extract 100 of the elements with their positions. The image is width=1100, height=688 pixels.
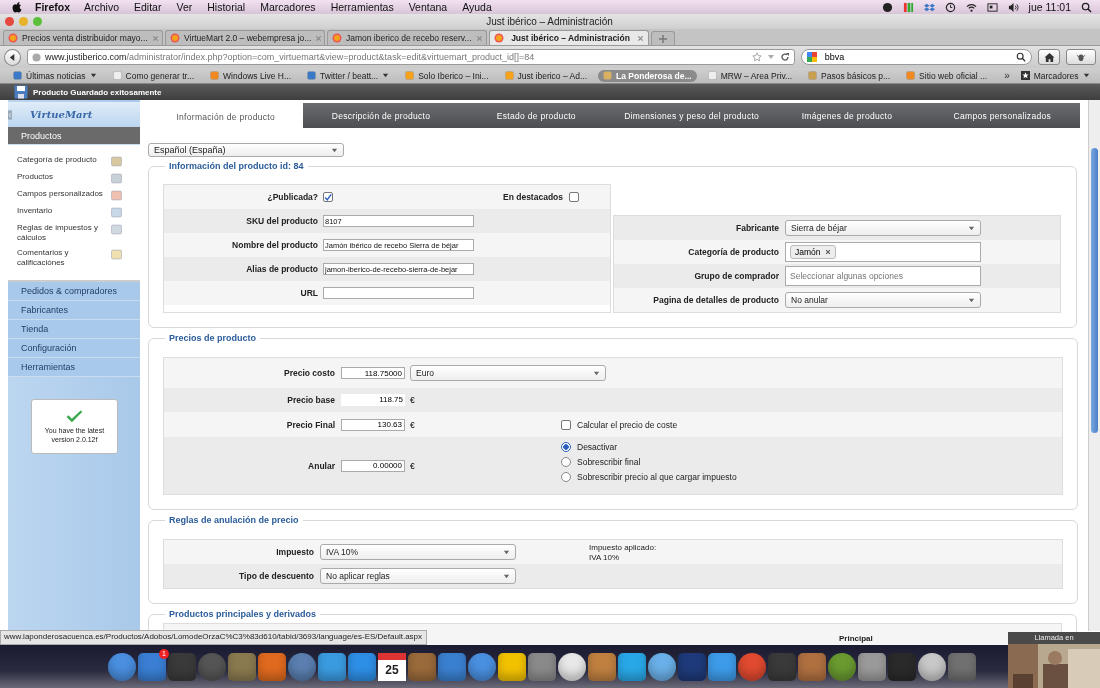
- dropdown-select[interactable]: IVA 10%: [320, 544, 516, 560]
- currency-select[interactable]: Euro: [410, 365, 606, 381]
- sidebar-section[interactable]: Herramientas: [8, 358, 140, 377]
- sidebar-section[interactable]: Fabricantes: [8, 301, 140, 320]
- app-icon[interactable]: [318, 652, 346, 681]
- calendar-icon[interactable]: 25: [378, 652, 406, 681]
- field-label: Categoría de producto: [687, 247, 779, 257]
- checkbox[interactable]: [569, 192, 579, 202]
- menu-item[interactable]: Archivo: [84, 1, 120, 13]
- app-icon[interactable]: [558, 652, 586, 681]
- google-icon[interactable]: [806, 52, 817, 62]
- text-field[interactable]: [323, 287, 474, 299]
- radio-button[interactable]: [561, 442, 571, 452]
- scrollbar[interactable]: [1088, 100, 1100, 631]
- battery-meter-icon[interactable]: [902, 1, 914, 13]
- product-tab[interactable]: Estado de producto: [458, 103, 614, 128]
- bookmarks-menu-button[interactable]: Marcadores: [1015, 69, 1095, 82]
- multi-select-field[interactable]: Seleccionar algunas opciones: [785, 266, 981, 286]
- sidebar-section[interactable]: Tienda: [8, 320, 140, 339]
- app-icon[interactable]: [498, 652, 526, 681]
- language-select[interactable]: Español (España): [148, 143, 344, 157]
- bookmark-link[interactable]: Sitio web oficial ...: [901, 69, 993, 82]
- browser-tab[interactable]: Jamon iberico de recebo reserv...: [327, 30, 487, 45]
- sidebar-item[interactable]: Categoría de producto: [8, 153, 140, 170]
- menu-item[interactable]: Marcadores: [260, 1, 316, 13]
- product-tab[interactable]: Campos personalizados: [924, 103, 1080, 128]
- bookmark-link[interactable]: Just iberico – Ad...: [499, 69, 593, 82]
- app-icon[interactable]: [918, 652, 946, 681]
- browser-tab[interactable]: Just ibérico – Administración: [489, 30, 649, 45]
- bookmark-link[interactable]: Windows Live H...: [205, 69, 297, 82]
- radio-button[interactable]: [561, 457, 571, 467]
- sidebar-item[interactable]: Inventario: [8, 204, 140, 221]
- browser-tab[interactable]: VirtueMart 2.0 – webempresa jo...: [165, 30, 325, 45]
- favicon-icon: [210, 71, 220, 80]
- caret-icon: [331, 146, 338, 154]
- clock-history-icon[interactable]: [944, 1, 956, 13]
- tag-field[interactable]: Jamón: [785, 242, 981, 262]
- remove-icon[interactable]: [824, 249, 831, 255]
- sidebar-item[interactable]: Comentarios y calificaciónes: [8, 246, 140, 271]
- bookmark-link[interactable]: Solo Iberico – Ini...: [400, 69, 494, 82]
- bookmark-link[interactable]: Pasos básicos p...: [803, 69, 896, 82]
- sidebar-item[interactable]: Productos: [8, 170, 140, 187]
- home-button[interactable]: [1038, 49, 1061, 65]
- bookmark-link[interactable]: MRW – Area Priv...: [702, 69, 798, 82]
- app-icon[interactable]: [858, 652, 886, 681]
- menu-item[interactable]: Ver: [176, 1, 193, 13]
- star-icon[interactable]: [751, 52, 762, 62]
- menu-item[interactable]: Ventana: [408, 1, 448, 13]
- close-button[interactable]: [5, 17, 14, 26]
- sidebar-section[interactable]: Productos: [8, 127, 140, 145]
- apple-icon[interactable]: [12, 1, 22, 13]
- product-tab[interactable]: Dimensiones y peso del producto: [614, 103, 770, 128]
- caret-icon: [503, 572, 510, 580]
- reload-icon[interactable]: [779, 52, 790, 62]
- back-button[interactable]: [4, 48, 21, 66]
- checkbox[interactable]: [323, 192, 333, 202]
- checkbox[interactable]: [561, 419, 571, 430]
- menu-item[interactable]: Ayuda: [462, 1, 492, 13]
- status-icon[interactable]: [881, 1, 893, 13]
- sidebar-section[interactable]: Pedidos & compradores: [8, 282, 140, 301]
- sidebar-item[interactable]: Reglas de impuestos y cálculos: [8, 221, 140, 246]
- bookmark-link[interactable]: Últimas noticias: [8, 69, 102, 82]
- price-field[interactable]: 130.63: [341, 418, 405, 431]
- close-icon[interactable]: [637, 34, 644, 42]
- menu-item-icon: [111, 249, 122, 260]
- product-tab[interactable]: Información de producto: [148, 103, 304, 131]
- product-tab[interactable]: Descripción de producto: [303, 103, 459, 128]
- volume-icon[interactable]: [1007, 1, 1019, 13]
- bookmark-link[interactable]: Twitter / beatt...: [302, 69, 395, 82]
- price-field[interactable]: 118.75000: [341, 367, 405, 379]
- wifi-icon[interactable]: [965, 1, 977, 13]
- dropdown-select[interactable]: No aplicar reglas: [320, 568, 516, 584]
- dropdown-select[interactable]: Sierra de béjar: [785, 220, 981, 236]
- app-icon[interactable]: [648, 652, 676, 681]
- dropbox-icon[interactable]: [923, 1, 935, 13]
- menu-item[interactable]: Herramientas: [330, 1, 394, 13]
- browser-tab[interactable]: Precios venta distribuidor mayo...: [3, 30, 163, 45]
- search-icon[interactable]: [1016, 52, 1027, 62]
- search-icon[interactable]: [1081, 1, 1092, 13]
- address-field[interactable]: www.justiberico.com/administrator/index.php?option=com_virtuemart&view=product&task=edit&virtuemart_product_id[]=84: [26, 49, 795, 65]
- category-tag[interactable]: Jamón: [790, 245, 836, 259]
- favicon-icon: [603, 71, 613, 80]
- app-menu[interactable]: Firefox: [35, 1, 70, 13]
- display-icon[interactable]: [986, 1, 998, 13]
- menubar-clock[interactable]: jue 11:01: [1028, 1, 1071, 13]
- menu-item[interactable]: Editar: [134, 1, 162, 13]
- app-icon[interactable]: [618, 652, 646, 681]
- extension-button[interactable]: [1066, 49, 1096, 65]
- section-legend: Productos principales y derivados: [165, 609, 321, 619]
- menu-item[interactable]: Historial: [207, 1, 246, 13]
- search-field[interactable]: bbva: [800, 49, 1033, 65]
- bookmark-link[interactable]: Como generar tr...: [107, 69, 200, 82]
- more-bookmarks-button[interactable]: »: [1004, 70, 1010, 81]
- dropdown-select[interactable]: No anular: [785, 292, 981, 308]
- app-icon[interactable]: [708, 652, 736, 681]
- product-tab[interactable]: Imágenes de producto: [769, 103, 925, 128]
- sidebar-section[interactable]: Configuración: [8, 339, 140, 358]
- sidebar-item[interactable]: Campos personalizados: [8, 187, 140, 204]
- radio-button[interactable]: [561, 472, 571, 482]
- price-field[interactable]: 0.00000: [341, 459, 405, 472]
